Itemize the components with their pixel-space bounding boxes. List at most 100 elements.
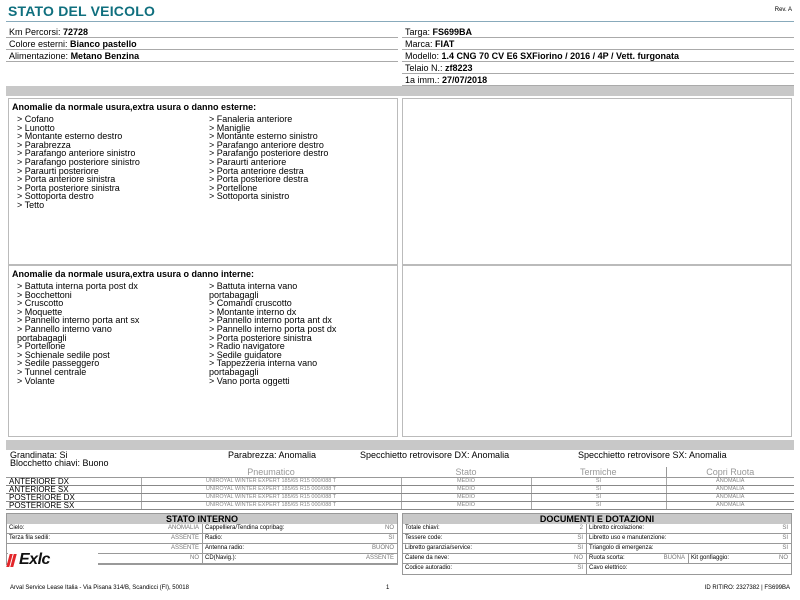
stato-interno-row: Terza fila sedili: ASSENTE Radio: SI xyxy=(7,534,397,544)
internal-damage-list-1: > Battuta interna porta post dx > Bocche… xyxy=(17,281,140,386)
kv-label: CD(Navig.): xyxy=(205,555,237,561)
internal-photo-panel xyxy=(402,265,792,437)
kv-cell: Ruota scorta: BUONA xyxy=(587,554,689,564)
footer-address: Arval Service Lease Italia - Via Pisana … xyxy=(10,585,189,591)
documenti-row: Codice autoradio: SI Cavo elettrico: xyxy=(403,564,791,574)
info-value: Metano Benzina xyxy=(70,51,140,61)
kv-cell: Tessere code: SI xyxy=(403,534,587,544)
kv-value: SI xyxy=(388,535,394,541)
tyre-copri-ruota: ANOMALIA xyxy=(665,477,794,486)
specchio-sx-text: Specchietto retrovisore SX: Anomalia xyxy=(578,450,727,460)
info-value: FS699BA xyxy=(432,27,473,37)
kv-label: Ruota scorta: xyxy=(589,555,625,561)
kv-value: SI xyxy=(782,545,788,551)
info-label: Km Percorsi: xyxy=(9,27,61,37)
tyre-stato: MEDIO xyxy=(400,477,531,486)
kv-label: Radio: xyxy=(205,535,223,541)
kv-label: Cielo: xyxy=(9,525,25,531)
tyre-model: UNIROYAL WINTER EXPERT 185/65 R15 000/08… xyxy=(140,485,401,494)
info-value: zf8223 xyxy=(445,63,473,73)
documenti-section: DOCUMENTI E DOTAZIONI Totale chiavi: 2 Li… xyxy=(402,513,792,575)
external-damage-list-1: > Cofano > Lunotto > Montante esterno de… xyxy=(17,114,140,210)
kv-label: Codice autoradio: xyxy=(405,565,453,571)
kv-label: Catene da neve: xyxy=(405,555,450,561)
info-label: Modello: xyxy=(405,51,440,61)
kv-value: SI xyxy=(577,535,583,541)
kv-label: Libretto uso e manutenzione: xyxy=(589,535,667,541)
kv-cell: Catene da neve: NO xyxy=(403,554,587,564)
external-damage-panel: Anomalie da normale usura,extra usura o … xyxy=(8,98,398,265)
tyre-row: ANTERIORE SX UNIROYAL WINTER EXPERT 185/6… xyxy=(6,485,794,494)
kv-label: Tessere code: xyxy=(405,535,443,541)
external-damage-list-2: > Fanaleria anteriore > Maniglie > Monta… xyxy=(209,114,329,202)
kv-label: Antenna radio: xyxy=(205,545,245,551)
info-km: Km Percorsi: 72728 xyxy=(6,26,398,38)
kv-value: SI xyxy=(577,545,583,551)
info-value: 72728 xyxy=(63,27,89,37)
tyre-copri-ruota: ANOMALIA xyxy=(665,493,794,502)
tyre-stato: MEDIO xyxy=(400,501,531,510)
documenti-row: Catene da neve: NO Ruota scorta: BUONA Kit… xyxy=(403,554,791,564)
info-value: Bianco pastello xyxy=(70,39,137,49)
external-photo-panel xyxy=(402,98,792,265)
kv-value: ASSENTE xyxy=(365,555,394,561)
internal-damage-list-2: > Battuta interna vano portabagagli > Co… xyxy=(209,281,337,386)
info-alimentazione: Alimentazione: Metano Benzina xyxy=(6,50,398,62)
tyre-table-header: Pneumatico Stato Termiche Copri Ruota xyxy=(6,467,794,478)
footer-id: ID RITIRO: 2327382 | FS699BA xyxy=(704,585,790,591)
internal-damage-title: Anomalie da normale usura,extra usura o … xyxy=(12,269,255,279)
kv-cell: Totale chiavi: 2 xyxy=(403,524,587,534)
info-value: 1.4 CNG 70 CV E6 SXFiorino / 2016 / 4P /… xyxy=(441,51,679,61)
kv-value: ASSENTE xyxy=(170,545,199,551)
info-value: 27/07/2018 xyxy=(442,75,488,85)
tyre-stato: MEDIO xyxy=(400,493,531,502)
page-title: STATO DEL VEICOLO xyxy=(8,3,156,19)
kv-cell: Triangolo di emergenza: SI xyxy=(587,544,791,554)
header-termiche: Termiche xyxy=(531,467,666,478)
kv-label: Cappelliera/Tendina copribag: xyxy=(205,525,285,531)
kv-value: BUONO xyxy=(371,545,394,551)
kv-cell: Radio: SI xyxy=(203,534,397,544)
documenti-row: Totale chiavi: 2 Libretto circolazione: SI xyxy=(403,524,791,534)
kv-value: 2 xyxy=(579,525,583,531)
info-targa: Targa: FS699BA xyxy=(402,26,794,38)
kv-cell: Cappelliera/Tendina copribag: NO xyxy=(203,524,397,534)
documenti-title: DOCUMENTI E DOTAZIONI xyxy=(403,514,791,524)
info-modello: Modello: 1.4 CNG 70 CV E6 SXFiorino / 20… xyxy=(402,50,794,62)
kv-label: Totale chiavi: xyxy=(405,525,440,531)
kv-label: Kit gonfiaggio: xyxy=(691,555,730,561)
kv-cell: Libretto uso e manutenzione: SI xyxy=(587,534,791,544)
info-telaio: Telaio N.: zf8223 xyxy=(402,62,794,74)
kv-value: SI xyxy=(577,565,583,571)
tyre-row: POSTERIORE DX UNIROYAL WINTER EXPERT 185/… xyxy=(6,493,794,502)
info-label: Marca: xyxy=(405,39,433,49)
internal-damage-panel: Anomalie da normale usura,extra usura o … xyxy=(8,265,398,437)
kv-value: NO xyxy=(385,525,394,531)
kv-cell: Libretto circolazione: SI xyxy=(587,524,791,534)
info-marca: Marca: FIAT xyxy=(402,38,794,50)
kv-cell: Cavo elettrico: xyxy=(587,564,791,574)
header-pneumatico: Pneumatico xyxy=(141,467,401,478)
info-label: Alimentazione: xyxy=(9,51,69,61)
kv-value: NO xyxy=(190,555,199,561)
tyre-table: Pneumatico Stato Termiche Copri Ruota AN… xyxy=(6,467,794,510)
tyre-model: UNIROYAL WINTER EXPERT 185/65 R15 000/08… xyxy=(140,477,401,486)
kv-cell: Libretto garanzia/service: SI xyxy=(403,544,587,554)
tyre-stato: MEDIO xyxy=(400,485,531,494)
kv-cell: Kit gonfiaggio: NO xyxy=(689,554,791,564)
kv-value: ASSENTE xyxy=(170,535,199,541)
external-damage-title: Anomalie da normale usura,extra usura o … xyxy=(12,102,257,112)
section-bar xyxy=(6,86,794,96)
info-label: Targa: xyxy=(405,27,431,37)
header-divider xyxy=(6,21,794,22)
vehicle-info-left: Km Percorsi: 72728 Colore esterni: Bianc… xyxy=(6,26,398,62)
documenti-row: Tessere code: SI Libretto uso e manutenzi… xyxy=(403,534,791,544)
revision-label: Rev. A xyxy=(774,7,792,13)
tyre-position: POSTERIORE SX xyxy=(6,501,141,510)
kv-value: NO xyxy=(574,555,583,561)
kv-cell: Terza fila sedili: ASSENTE xyxy=(7,534,203,544)
kv-cell: CD(Navig.): ASSENTE xyxy=(203,554,397,564)
kv-value: BUONA xyxy=(663,555,685,561)
kv-value: SI xyxy=(782,535,788,541)
kv-label: Libretto circolazione: xyxy=(589,525,645,531)
